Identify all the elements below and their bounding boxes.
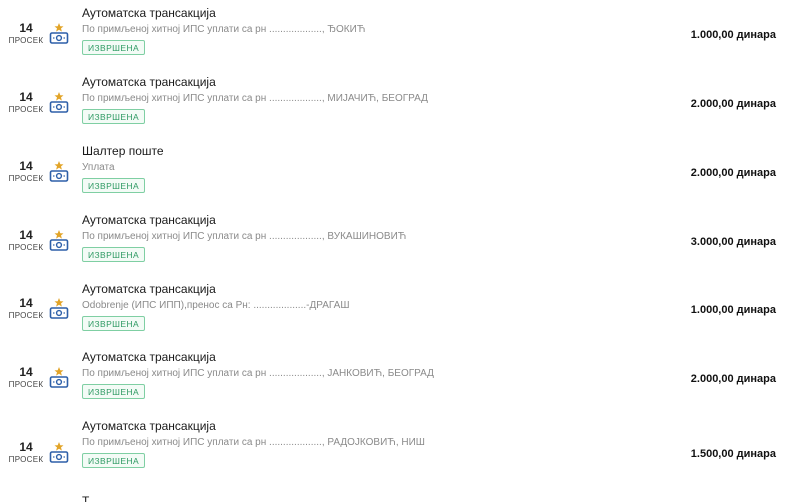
date-day: 14 — [19, 365, 33, 379]
transaction-date: 14 ПРОСЕК — [4, 229, 48, 253]
status-badge: ИЗВРШЕНА — [82, 40, 146, 55]
transaction-title: Аутоматска трансакција — [82, 282, 216, 296]
status-badge: ИЗВРШЕНА — [82, 109, 146, 124]
transaction-title: Аутоматска трансакција — [82, 419, 216, 433]
status-badge: ИЗВРШЕНА — [82, 316, 146, 331]
transaction-title: Шалтер поште — [82, 144, 164, 158]
transaction-description: Уплата — [82, 162, 115, 173]
transaction-description: По примљеној хитној ИПС уплати са рн ...… — [82, 231, 407, 242]
date-month: ПРОСЕК — [8, 455, 44, 464]
transaction-details: Шалтер поште Уплата ИЗВРШЕНА — [82, 144, 164, 194]
payment-slip-icon — [49, 367, 69, 389]
date-month: ПРОСЕК — [8, 105, 44, 114]
transaction-amount: 1.500,00 динара — [690, 448, 776, 460]
date-day: 14 — [19, 440, 33, 454]
transaction-date: 14 ПРОСЕК — [4, 160, 48, 184]
date-month: ПРОСЕК — [8, 380, 44, 389]
transaction-details: Аутоматска трансакција Odobrenje (ИПС ИП… — [82, 282, 350, 332]
payment-slip-icon — [49, 442, 69, 464]
transaction-amount: 1.000,00 динара — [690, 29, 776, 41]
transaction-amount: 1.000,00 динара — [690, 304, 776, 316]
transaction-date: 14 ПРОСЕК — [4, 297, 48, 321]
status-badge: ИЗВРШЕНА — [82, 453, 146, 468]
transaction-row[interactable]: 14 ПРОСЕК Аутоматска трансакција По прим… — [0, 344, 800, 413]
transaction-description: По примљеној хитној ИПС уплати са рн ...… — [82, 24, 366, 35]
payment-slip-icon — [49, 230, 69, 252]
payment-slip-icon — [49, 92, 69, 114]
transaction-title: Аутоматска трансакција — [82, 213, 216, 227]
transaction-amount: 2.000,00 динара — [690, 167, 776, 179]
payment-slip-icon — [49, 161, 69, 183]
date-month: ПРОСЕК — [8, 243, 44, 252]
date-day: 14 — [19, 90, 33, 104]
status-badge: ИЗВРШЕНА — [82, 247, 146, 262]
transaction-amount: 2.000,00 динара — [690, 373, 776, 385]
transaction-date: 14 ПРОСЕК — [4, 441, 48, 465]
date-month: ПРОСЕК — [8, 36, 44, 45]
transaction-description: По примљеној хитној ИПС уплати са рн ...… — [82, 437, 425, 448]
transaction-details: Аутоматска трансакција По примљеној хитн… — [82, 6, 365, 56]
transaction-title: Аутоматска трансакција — [82, 6, 216, 20]
transaction-row[interactable]: 14 ПРОСЕК Аутоматска трансакција По прим… — [0, 69, 800, 138]
payment-slip-icon — [49, 298, 69, 320]
transaction-amount: 3.000,00 динара — [690, 236, 776, 248]
transaction-date: 14 ПРОСЕК — [4, 22, 48, 46]
transaction-title: Аутоматска трансакција — [82, 75, 216, 89]
status-badge: ИЗВРШЕНА — [82, 178, 146, 193]
transaction-row[interactable]: 14 ПРОСЕК Шалтер поште Уплата ИЗВРШЕНА 2… — [0, 138, 800, 207]
date-month: ПРОСЕК — [8, 311, 44, 320]
date-day: 14 — [19, 159, 33, 173]
transaction-amount: 2.000,00 динара — [690, 98, 776, 110]
transaction-description: По примљеној хитној ИПС уплати са рн ...… — [82, 93, 428, 104]
date-day: 14 — [19, 296, 33, 310]
payment-slip-icon — [49, 23, 69, 45]
date-day: 14 — [19, 228, 33, 242]
transaction-details: Аутоматска трансакција По примљеној хитн… — [82, 350, 434, 400]
transaction-description: По примљеној хитној ИПС уплати са рн ...… — [82, 368, 434, 379]
status-badge: ИЗВРШЕНА — [82, 384, 146, 399]
transaction-row[interactable]: 14 ПРОСЕК Аутоматска трансакција По прим… — [0, 413, 800, 494]
transaction-details: Аутоматска трансакција По примљеној хитн… — [82, 75, 428, 125]
date-month: ПРОСЕК — [8, 174, 44, 183]
transaction-description: Odobrenje (ИПС ИПП),пренос са Рн: ......… — [82, 300, 350, 311]
transaction-details: Аутоматска трансакција По примљеној хитн… — [82, 419, 425, 469]
transaction-title: Аутоматска трансакција — [82, 350, 216, 364]
transaction-details: Аутоматска трансакција По примљеној хитн… — [82, 213, 406, 263]
transaction-row[interactable]: 14 ПРОСЕК Аутоматска трансакција По прим… — [0, 0, 800, 69]
date-day: 14 — [19, 21, 33, 35]
transaction-row[interactable]: 14 ПРОСЕК Аутоматска трансакција По прим… — [0, 207, 800, 276]
transaction-date: 14 ПРОСЕК — [4, 91, 48, 115]
transaction-date: 14 ПРОСЕК — [4, 366, 48, 390]
transaction-row[interactable]: 14 ПРОСЕК Аутоматска трансакција Odobren… — [0, 276, 800, 344]
partial-row-title: Т.......... — [82, 494, 122, 502]
